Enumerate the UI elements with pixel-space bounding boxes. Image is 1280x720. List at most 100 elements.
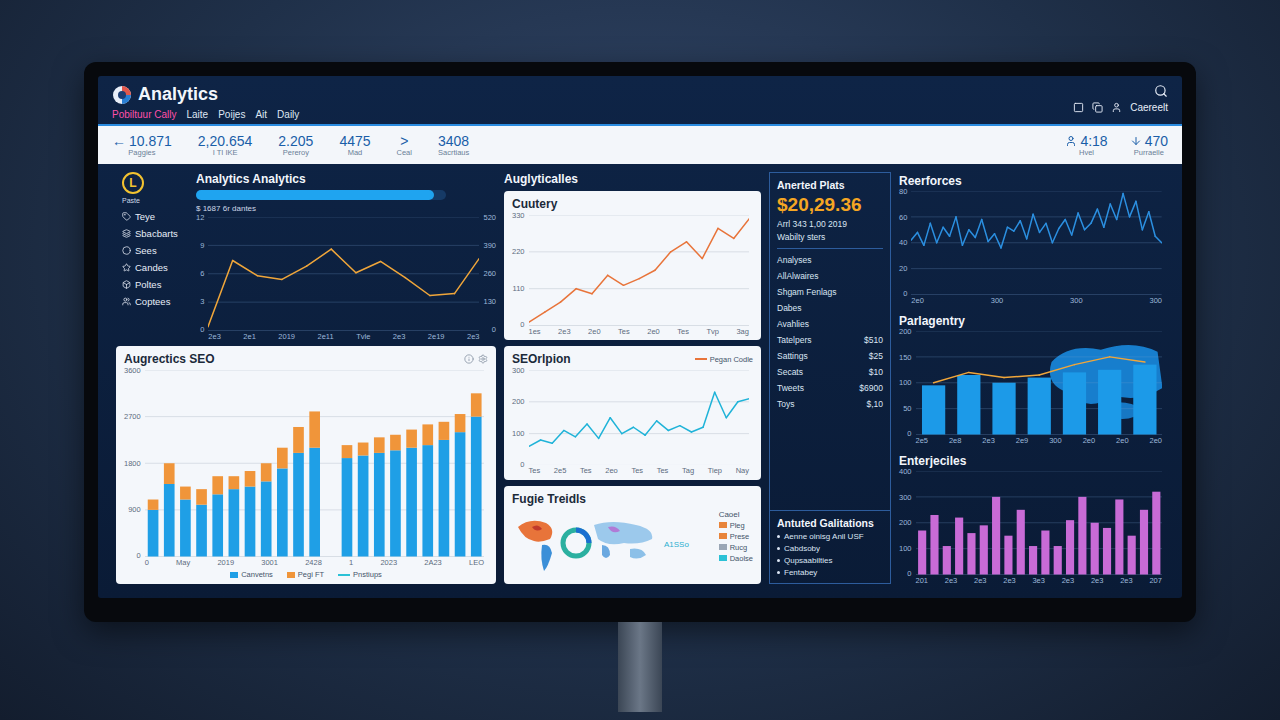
- y-tick: 100: [512, 430, 525, 438]
- x-tick: Tes: [580, 467, 592, 475]
- nav: Pobiltuur Cally Laite Poijes Ait Daily: [112, 109, 299, 120]
- panel-link[interactable]: Dabes: [777, 303, 883, 316]
- sidebar-label: Poltes: [135, 279, 161, 290]
- panel-row[interactable]: Tweets $6900: [777, 383, 883, 396]
- line-segment: [1156, 236, 1162, 242]
- sidebar-item[interactable]: Coptees: [122, 294, 186, 308]
- stat-label: Ceal: [397, 149, 412, 158]
- line-segment: [307, 249, 332, 266]
- nav-item[interactable]: Laite: [186, 109, 208, 120]
- grid-line: [208, 217, 479, 218]
- line-segment: [381, 261, 406, 277]
- y-tick: 40: [899, 239, 907, 247]
- header-left: AnalyticsPobiltuur CallyLaitePoijesAitDa…: [112, 84, 299, 120]
- nav-item[interactable]: Daily: [277, 109, 299, 120]
- y-tick: 110: [512, 285, 525, 293]
- line-segment: [356, 261, 381, 272]
- row-label: Toys: [777, 399, 794, 412]
- bar: [422, 445, 433, 556]
- x-tick: Nay: [736, 467, 749, 475]
- y-tick: 130: [483, 298, 496, 306]
- stat: 2.205Pereroy: [278, 133, 313, 158]
- search-icon[interactable]: [1154, 84, 1168, 98]
- stat-number: 2.205: [278, 133, 313, 149]
- bar: [930, 515, 938, 575]
- grid-line: [911, 216, 1162, 217]
- grid-line: [529, 288, 749, 289]
- bar: [147, 500, 158, 510]
- stat-value: 3408: [438, 133, 469, 149]
- bar: [438, 440, 449, 557]
- line-segment: [976, 219, 982, 237]
- bar: [918, 531, 926, 575]
- panel-link[interactable]: Avahlies: [777, 319, 883, 332]
- line-segment: [995, 234, 1001, 248]
- settings-icon[interactable]: [478, 354, 488, 364]
- bullet: [777, 571, 780, 574]
- square-icon[interactable]: [1073, 102, 1084, 113]
- panel-row[interactable]: Sattings$25: [777, 351, 883, 364]
- bar: [1090, 523, 1098, 575]
- nav-item[interactable]: Poijes: [218, 109, 245, 120]
- line-segment: [963, 230, 969, 246]
- panel-link[interactable]: Shgam Fenlags: [777, 287, 883, 300]
- stat-number: 2,20.654: [198, 133, 253, 149]
- nav-item[interactable]: Pobiltuur Cally: [112, 109, 176, 120]
- panel-row[interactable]: Tatelpers$510: [777, 335, 883, 348]
- bar: [341, 445, 352, 458]
- grid-line: [911, 268, 1162, 269]
- bar: [1016, 510, 1024, 575]
- info-icon[interactable]: [464, 354, 474, 364]
- user-name: Caereelt: [1130, 102, 1168, 113]
- line-segment: [1098, 209, 1104, 227]
- copy-icon[interactable]: [1092, 102, 1103, 113]
- user-icon: [1111, 102, 1122, 113]
- parlagentry-block: Parlagentry0501001502002e52e82e32e93002e…: [899, 314, 1166, 444]
- line-segment: [1130, 201, 1136, 217]
- sidebar-item[interactable]: Candes: [122, 260, 186, 274]
- bar: [164, 463, 175, 484]
- bullet-text: Fentabey: [784, 568, 817, 577]
- panel-row[interactable]: Secats$10: [777, 367, 883, 380]
- y-tick: 200: [512, 398, 525, 406]
- x-tick: Tvp: [706, 328, 719, 336]
- sidebar-item[interactable]: Teye: [122, 209, 186, 223]
- stat-prefix: ←: [112, 133, 126, 149]
- line-segment: [703, 392, 715, 427]
- panel-link[interactable]: AllAlwaires: [777, 271, 883, 284]
- chart-title: Enterjeciles: [899, 454, 1166, 468]
- bar: [374, 437, 385, 453]
- bar: [228, 476, 239, 489]
- row-label: Tweets: [777, 383, 804, 396]
- grid-line: [208, 330, 479, 331]
- bar: [357, 443, 368, 456]
- row-value: $,10: [866, 399, 883, 412]
- legend-swatch: [695, 358, 707, 360]
- sidebar-item[interactable]: Sbacbarts: [122, 226, 186, 240]
- user-menu[interactable]: Caereelt: [1073, 102, 1168, 113]
- bar: [180, 500, 191, 557]
- header-right: Caereelt: [1073, 84, 1168, 120]
- line-segment: [1021, 221, 1027, 239]
- x-tick: 2e3: [1091, 577, 1104, 585]
- nav-item[interactable]: Ait: [255, 109, 267, 120]
- line-segment: [691, 427, 703, 432]
- line-segment: [733, 218, 749, 238]
- plot-icon: [911, 191, 1162, 295]
- bar: [992, 497, 1000, 575]
- card-title: Fugie Treidls: [512, 492, 753, 506]
- x-tick: 1es: [529, 328, 541, 336]
- bar: [1102, 528, 1110, 575]
- bar: [454, 432, 465, 556]
- bar: [341, 458, 352, 556]
- line-segment: [623, 279, 639, 286]
- x-tick: 2e3: [558, 328, 571, 336]
- panel-row[interactable]: Toys $,10: [777, 399, 883, 412]
- link-label: Dabes: [777, 303, 802, 316]
- sidebar-item[interactable]: Sees: [122, 243, 186, 257]
- panel-link[interactable]: Analyses: [777, 255, 883, 268]
- sidebar-item[interactable]: Poltes: [122, 277, 186, 291]
- bar: [244, 487, 255, 557]
- row-value: $6900: [859, 383, 883, 396]
- stat-chevron[interactable]: >Ceal: [397, 133, 412, 158]
